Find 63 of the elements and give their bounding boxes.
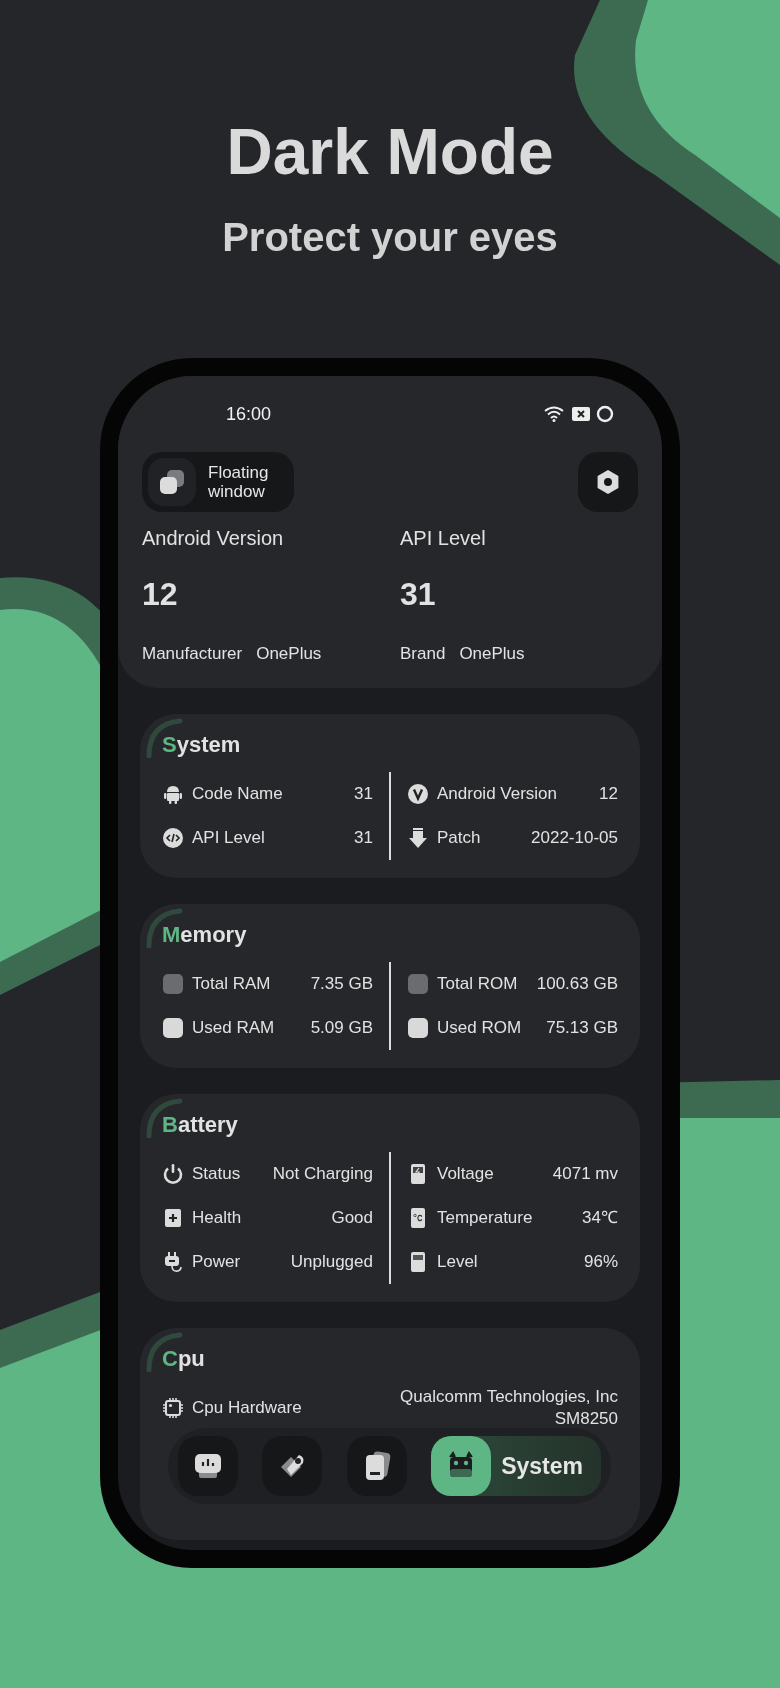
info-label: API Level [192,828,265,848]
info-value: 7.35 GB [310,973,373,995]
card-title: Battery [162,1111,239,1139]
android-robot-icon [162,783,184,805]
summary-value: 31 [400,575,437,614]
info-value: 75.13 GB [546,1017,618,1039]
info-label: Power [192,1252,241,1272]
info-value: 5.09 GB [310,1017,373,1039]
info-label: Total RAM [192,974,271,994]
v-badge-icon [407,783,429,805]
info-label: Level [437,1252,478,1272]
power-icon [162,1163,184,1185]
nav-tab[interactable] [346,1436,407,1496]
wifi-icon [544,406,566,422]
info-label: Temperature [437,1208,533,1228]
nav-tab[interactable] [178,1436,238,1496]
status-time: 16:00 [226,403,272,425]
info-value: 31 [354,783,373,805]
floating-window-button[interactable]: Floating window [142,452,294,512]
summary-value: 12 [142,575,179,614]
nav-tab[interactable] [262,1436,323,1496]
sim-off-icon [572,407,590,421]
plug-icon [162,1251,184,1273]
detail-label: Brand [400,644,446,664]
info-label: Cpu Hardware [192,1398,302,1418]
info-value: 100.63 GB [536,973,618,995]
info-label: Status [192,1164,241,1184]
info-value: Unplugged [290,1251,373,1273]
ring-icon [596,405,614,423]
info-label: Android Version [437,784,558,804]
chip-icon [162,1397,184,1419]
info-label: Code Name [192,784,283,804]
info-value: 96% [583,1251,618,1273]
stacked-squares-icon [148,458,196,506]
plus-icon [162,1207,184,1229]
info-value: 4071 mv [552,1163,618,1185]
info-value: 31 [354,827,373,849]
code-icon [162,827,184,849]
card-title: System [162,731,242,759]
info-label: Patch [437,828,481,848]
download-arrow-icon [407,827,429,849]
headline: Dark Mode [226,115,554,190]
info-label: Health [192,1208,242,1228]
tagline: Protect your eyes [222,214,558,261]
info-label: Total ROM [437,974,518,994]
info-value: Qualcomm Technologies, Inc SM8250 [400,1386,618,1430]
settings-button[interactable] [578,452,638,512]
card-title: Memory [162,921,248,949]
detail-value: OnePlus [459,644,525,664]
detail-label: Manufacturer [142,644,243,664]
summary-label: API Level [400,526,487,551]
info-value: 2022-10-05 [531,827,618,849]
info-label: Used RAM [192,1018,275,1038]
info-value: Good [331,1207,373,1229]
info-value: 34℃ [582,1207,618,1229]
info-label: Used ROM [437,1018,522,1038]
info-value: 12 [599,783,618,805]
card-title: Cpu [162,1345,206,1373]
nav-tab[interactable]: System [431,1436,601,1496]
summary-label: Android Version [142,526,285,551]
detail-value: OnePlus [256,644,322,664]
info-label: Voltage [437,1164,494,1184]
info-value: Not Charging [272,1163,373,1185]
